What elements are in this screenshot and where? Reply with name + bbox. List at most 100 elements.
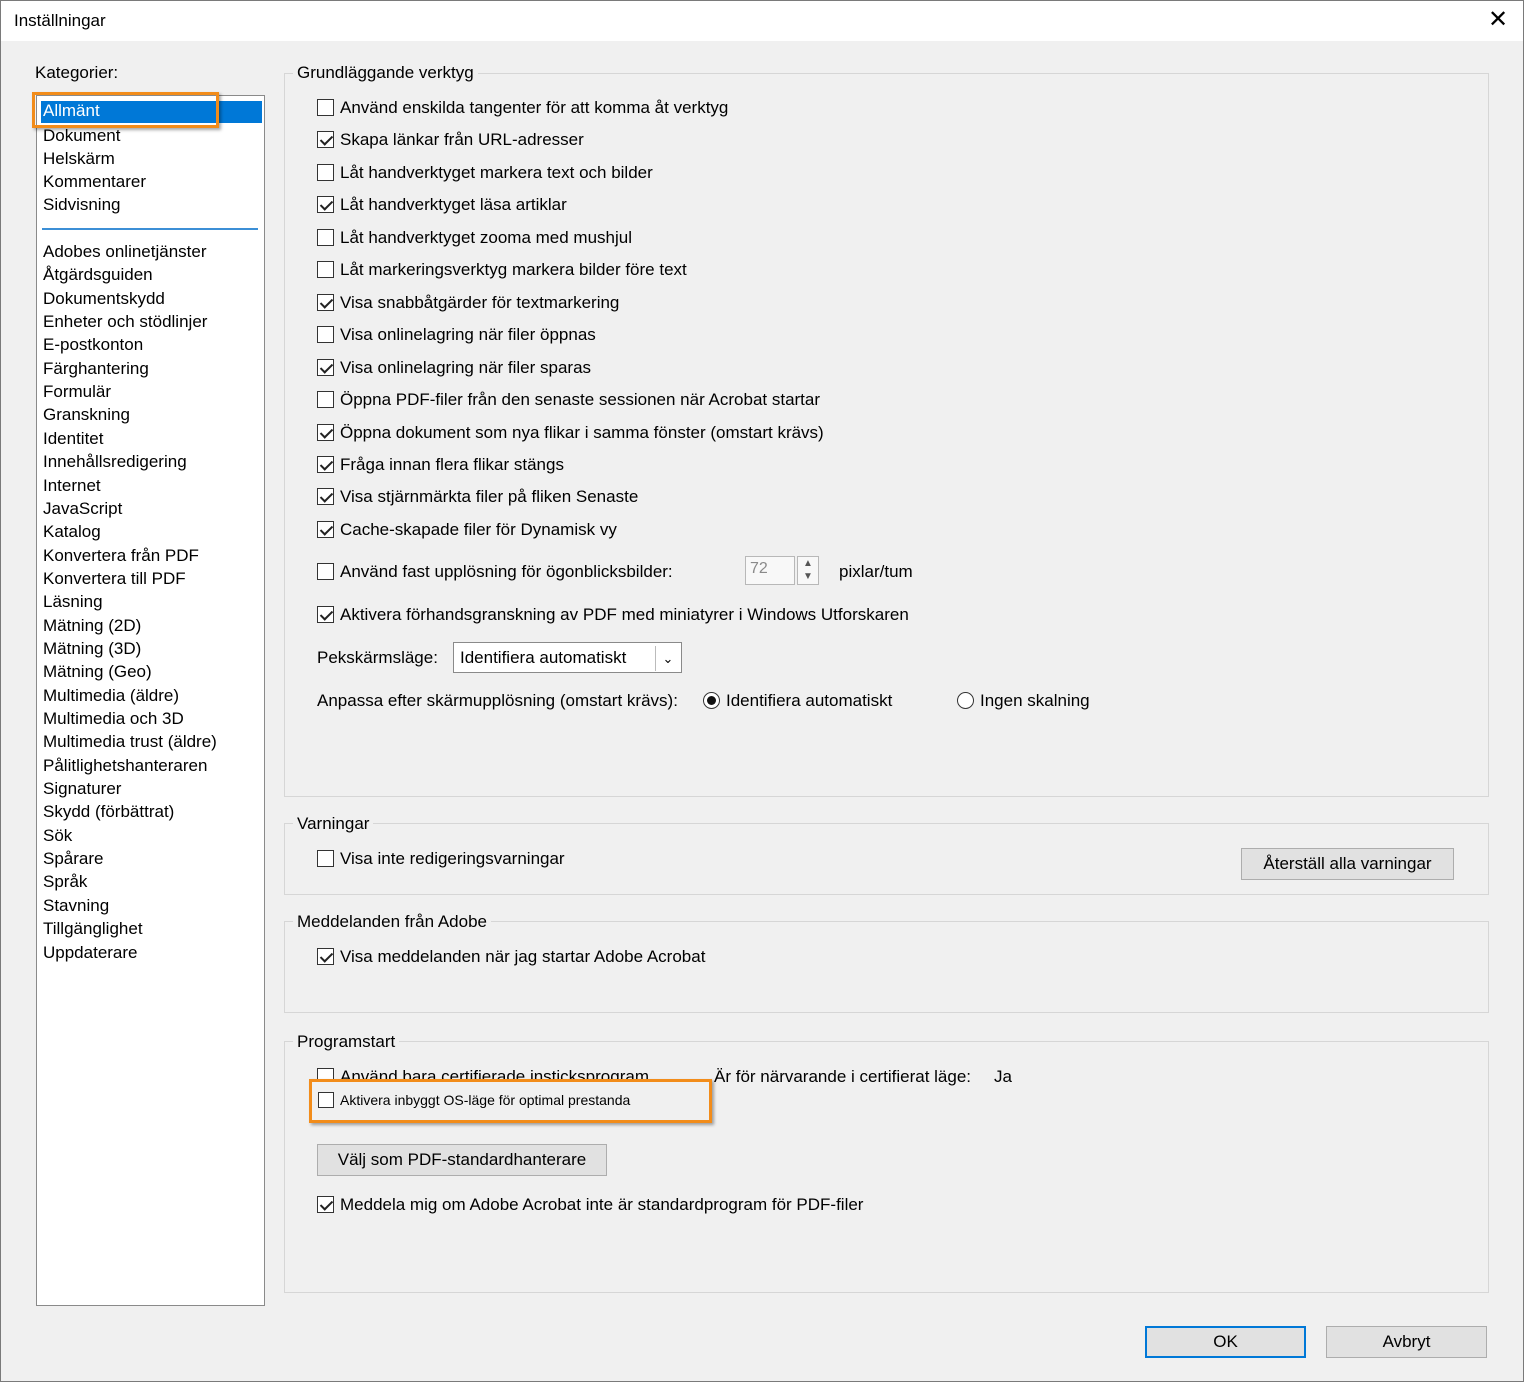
highlight-native-os xyxy=(309,1079,712,1123)
option-checkbox[interactable] xyxy=(317,131,334,149)
category-item[interactable]: Sidvisning xyxy=(43,195,121,215)
title-bar: Inställningar ✕ xyxy=(1,1,1523,41)
resolution-stepper[interactable]: ▲ ▼ xyxy=(797,556,819,585)
category-item[interactable]: Konvertera från PDF xyxy=(43,546,199,566)
option-label: Visa stjärnmärkta filer på fliken Senast… xyxy=(340,487,639,507)
category-item[interactable]: Formulär xyxy=(43,382,111,402)
category-item[interactable]: Stavning xyxy=(43,896,109,916)
category-item[interactable]: Identitet xyxy=(43,429,104,449)
category-item[interactable]: Språk xyxy=(43,872,87,892)
option-label: Låt handverktyget zooma med mushjul xyxy=(340,227,632,247)
resolution-unit: pixlar/tum xyxy=(839,562,913,581)
category-item[interactable]: Dokument xyxy=(43,126,120,146)
category-item[interactable]: Internet xyxy=(43,476,101,496)
reset-warnings-button[interactable]: Återställ alla varningar xyxy=(1241,848,1454,880)
option-label: Visa snabbåtgärder för textmarkering xyxy=(340,292,620,312)
option-checkbox[interactable] xyxy=(317,391,334,409)
resolution-input[interactable]: 72 xyxy=(745,556,795,585)
category-item[interactable]: Katalog xyxy=(43,522,101,542)
option-checkbox[interactable] xyxy=(317,455,334,473)
option-checkbox[interactable] xyxy=(317,293,334,311)
category-separator xyxy=(42,228,258,230)
category-item[interactable]: Granskning xyxy=(43,405,130,425)
category-item[interactable]: Skydd (förbättrat) xyxy=(43,802,174,822)
option-label: Öppna PDF-filer från den senaste session… xyxy=(340,390,821,410)
warnings-title: Varningar xyxy=(293,814,374,834)
scaling-auto-radio[interactable] xyxy=(703,692,720,709)
category-item[interactable]: Mätning (Geo) xyxy=(43,662,152,682)
no-editing-warnings-checkbox[interactable] xyxy=(317,850,334,867)
category-item[interactable]: E-postkonton xyxy=(43,335,143,355)
category-item[interactable]: Kommentarer xyxy=(43,172,146,192)
category-item[interactable]: Multimedia och 3D xyxy=(43,709,184,729)
category-item[interactable]: Mätning (3D) xyxy=(43,639,141,659)
touch-mode-dropdown[interactable]: Identifiera automatiskt ⌄ xyxy=(453,642,682,673)
category-item[interactable]: Mätning (2D) xyxy=(43,616,141,636)
default-handler-button[interactable]: Välj som PDF-standardhanterare xyxy=(317,1144,607,1176)
messages-group xyxy=(284,921,1489,1013)
category-item[interactable]: Signaturer xyxy=(43,779,121,799)
scaling-label: Anpassa efter skärmupplösning (omstart k… xyxy=(317,691,678,710)
option-checkbox[interactable] xyxy=(317,358,334,376)
category-item[interactable]: Tillgänglighet xyxy=(43,919,143,939)
highlight-allmant xyxy=(32,92,219,128)
option-checkbox[interactable] xyxy=(317,196,334,214)
category-item[interactable]: Multimedia (äldre) xyxy=(43,686,179,706)
show-messages-label: Visa meddelanden när jag startar Adobe A… xyxy=(340,947,706,966)
scaling-none-label: Ingen skalning xyxy=(980,691,1090,710)
category-item[interactable]: Helskärm xyxy=(43,149,115,169)
category-item[interactable]: Färghantering xyxy=(43,359,149,379)
snapshot-resolution-label: Använd fast upplösning för ögonblicksbil… xyxy=(340,562,673,581)
option-label: Fråga innan flera flikar stängs xyxy=(340,454,564,474)
scaling-none-radio[interactable] xyxy=(957,692,974,709)
notify-default-label: Meddela mig om Adobe Acrobat inte är sta… xyxy=(340,1195,864,1214)
categories-label: Kategorier: xyxy=(35,63,119,82)
show-messages-checkbox[interactable] xyxy=(317,948,334,965)
option-checkbox[interactable] xyxy=(317,326,334,344)
touch-mode-label: Pekskärmsläge: xyxy=(317,648,438,667)
category-item[interactable]: Pålitlighetshanteraren xyxy=(43,756,207,776)
cancel-button[interactable]: Avbryt xyxy=(1326,1326,1487,1358)
certified-mode-label: Är för närvarande i certifierat läge: xyxy=(714,1067,972,1086)
option-label: Låt handverktyget läsa artiklar xyxy=(340,195,567,215)
option-checkbox[interactable] xyxy=(317,423,334,441)
category-item[interactable]: Adobes onlinetjänster xyxy=(43,242,207,262)
certified-mode-value: Ja xyxy=(994,1067,1012,1086)
category-item[interactable]: Uppdaterare xyxy=(43,943,138,963)
option-checkbox[interactable] xyxy=(317,520,334,538)
category-item[interactable]: Spårare xyxy=(43,849,103,869)
category-item[interactable]: JavaScript xyxy=(43,499,122,519)
category-item[interactable]: Konvertera till PDF xyxy=(43,569,186,589)
option-label: Visa onlinelagring när filer sparas xyxy=(340,357,592,377)
pdf-preview-label: Aktivera förhandsgranskning av PDF med m… xyxy=(340,605,909,624)
category-item[interactable]: Läsning xyxy=(43,592,103,612)
no-editing-warnings-label: Visa inte redigeringsvarningar xyxy=(340,849,565,868)
option-checkbox[interactable] xyxy=(317,488,334,506)
option-checkbox[interactable] xyxy=(317,99,334,116)
option-checkbox[interactable] xyxy=(317,228,334,246)
ok-button[interactable]: OK xyxy=(1145,1326,1306,1358)
category-item[interactable]: Sök xyxy=(43,826,72,846)
option-label: Låt markeringsverktyg markera bilder för… xyxy=(340,260,687,280)
pdf-preview-checkbox[interactable] xyxy=(317,606,334,623)
category-item[interactable]: Innehållsredigering xyxy=(43,452,187,472)
messages-title: Meddelanden från Adobe xyxy=(293,912,491,932)
touch-mode-value: Identifiera automatiskt xyxy=(460,648,627,667)
category-item[interactable]: Dokumentskydd xyxy=(43,289,165,309)
category-item[interactable]: Enheter och stödlinjer xyxy=(43,312,207,332)
option-label: Visa onlinelagring när filer öppnas xyxy=(340,325,596,345)
category-item[interactable]: Åtgärdsguiden xyxy=(43,265,153,285)
close-icon[interactable]: ✕ xyxy=(1485,7,1511,33)
settings-dialog: Inställningar ✕ Kategorier: Allmänt Doku… xyxy=(0,0,1524,1382)
option-label: Öppna dokument som nya flikar i samma fö… xyxy=(340,422,824,442)
basic-tools-title: Grundläggande verktyg xyxy=(293,63,478,83)
categories-list[interactable]: Allmänt Dokument Helskärm Kommentarer Si… xyxy=(36,95,265,1306)
dialog-title: Inställningar xyxy=(14,11,106,30)
chevron-down-icon: ⌄ xyxy=(655,646,680,671)
notify-default-checkbox[interactable] xyxy=(317,1196,334,1213)
scaling-auto-label: Identifiera automatiskt xyxy=(726,691,893,710)
option-checkbox[interactable] xyxy=(317,261,334,279)
snapshot-resolution-checkbox[interactable] xyxy=(317,563,334,580)
option-checkbox[interactable] xyxy=(317,163,334,181)
category-item[interactable]: Multimedia trust (äldre) xyxy=(43,732,217,752)
